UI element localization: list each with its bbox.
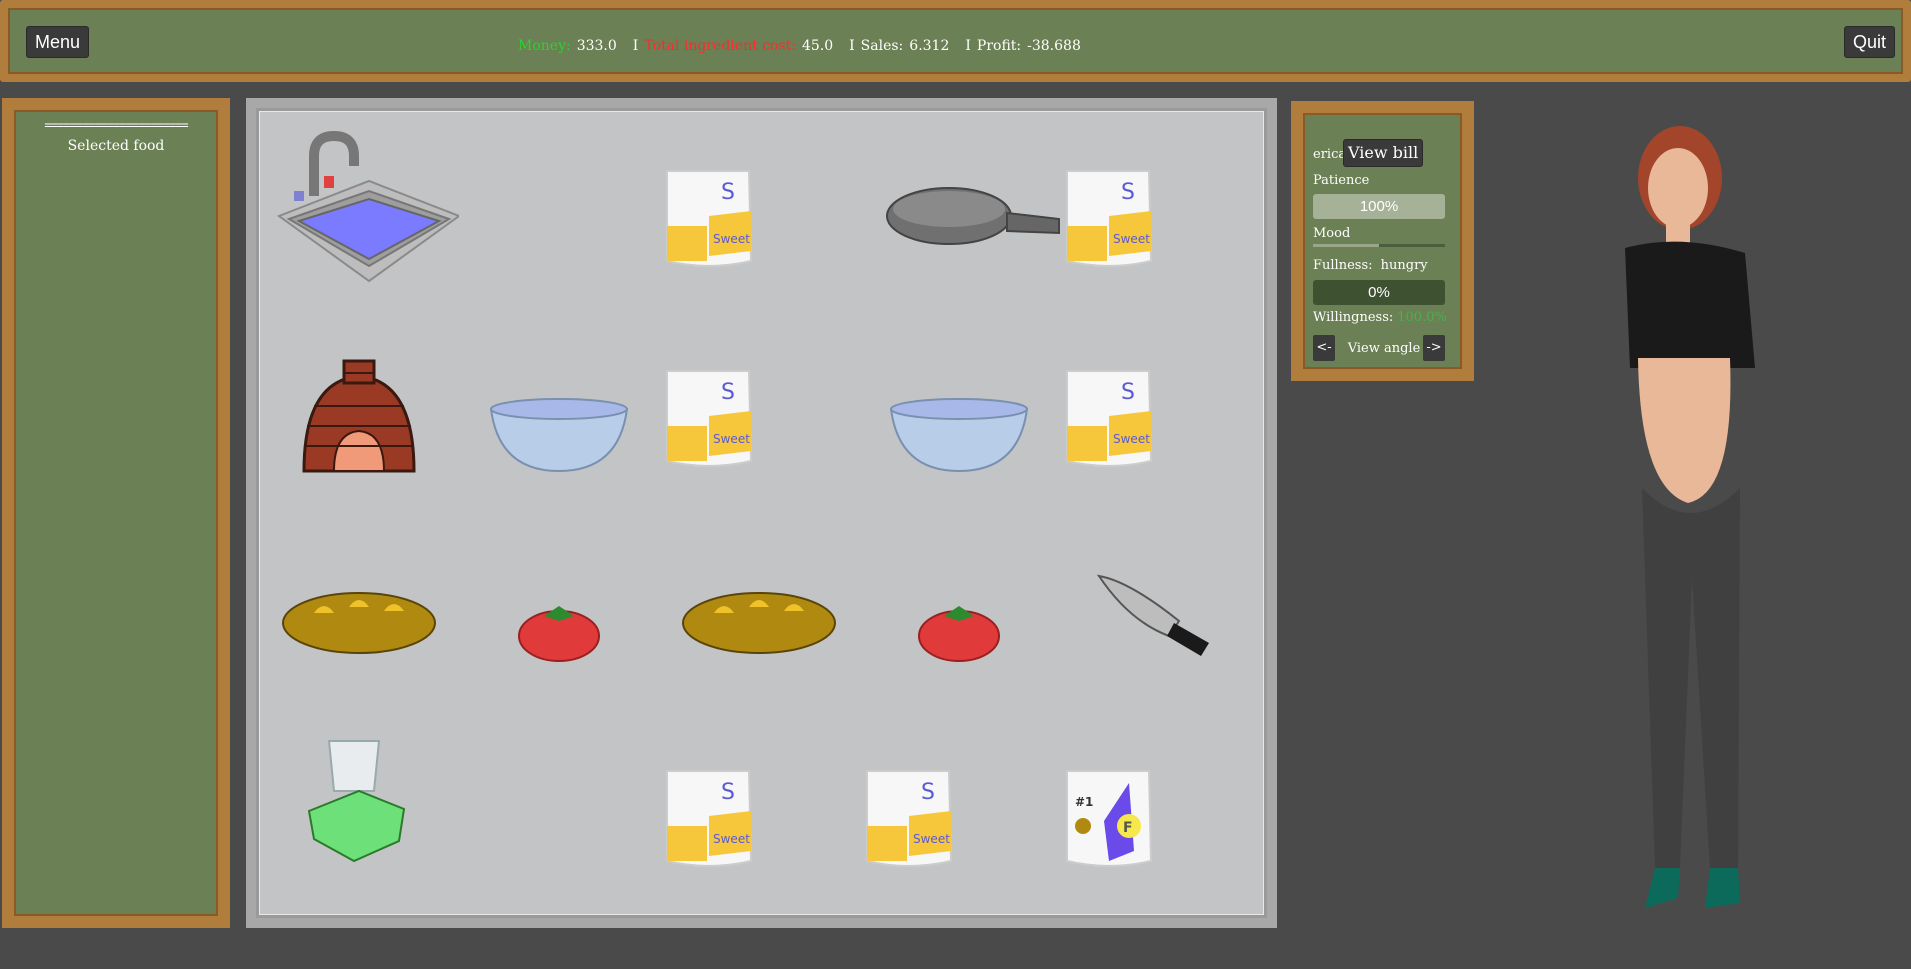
blender-icon xyxy=(307,740,406,863)
willingness-value: 100.0% xyxy=(1397,310,1447,325)
customer-panel: erica View bill Patience 100% Mood Fulln… xyxy=(1291,101,1474,381)
cost-label: Total ingredient cost: xyxy=(644,38,796,54)
svg-text:S: S xyxy=(721,780,735,805)
tomato-icon xyxy=(918,606,1000,662)
patience-label: Patience xyxy=(1313,173,1370,188)
kitchen-grid: S Sweet S Sweet S Sweet S Sweet S Sweet … xyxy=(256,108,1267,918)
bread-loaf[interactable] xyxy=(259,521,459,721)
top-bar: Menu Money: 333.0 I Total ingredient cost: 4… xyxy=(0,0,1911,82)
sugar-bag-icon: S Sweet xyxy=(866,770,953,867)
separator: I xyxy=(965,38,971,54)
mood-fill xyxy=(1313,244,1379,247)
selected-food-label: Selected food xyxy=(67,138,165,154)
knife[interactable] xyxy=(1059,521,1259,721)
svg-text:S: S xyxy=(1121,380,1135,405)
sink[interactable] xyxy=(259,121,462,321)
bread-loaf[interactable] xyxy=(659,521,859,721)
fullness-label: Fullness: hungry xyxy=(1313,258,1428,273)
fullness-bar: 0% xyxy=(1313,280,1445,305)
fullness-text: Fullness: xyxy=(1313,258,1373,273)
willingness-row: Willingness: 100.0% xyxy=(1313,310,1447,325)
cost-value: 45.0 xyxy=(801,38,834,54)
brick-oven[interactable] xyxy=(259,321,459,521)
separator: I xyxy=(849,38,855,54)
blender[interactable] xyxy=(259,721,459,921)
separator: I xyxy=(632,38,639,54)
view-angle-label: View angle xyxy=(1347,341,1421,356)
sugar-bag-icon: S Sweet xyxy=(666,170,753,267)
view-bill-button[interactable]: View bill xyxy=(1343,139,1424,167)
money-value: 333.0 xyxy=(576,38,617,54)
willingness-label: Willingness: xyxy=(1313,310,1394,325)
sales-value: 6.312 xyxy=(909,38,950,54)
svg-text:S: S xyxy=(721,380,735,405)
money-label: Money: xyxy=(518,38,571,54)
character-figure xyxy=(1625,126,1755,908)
sugar-bag[interactable]: S Sweet xyxy=(609,321,809,521)
sugar-bag-icon: S Sweet xyxy=(1066,370,1153,467)
flour-bag[interactable]: F #1 xyxy=(1009,721,1209,921)
tomato[interactable] xyxy=(859,521,1059,721)
sugar-bag[interactable]: S Sweet xyxy=(609,721,809,921)
bread-icon xyxy=(282,592,436,654)
bag-label: Sweet xyxy=(713,432,750,446)
kitchen-area: S Sweet S Sweet S Sweet S Sweet S Sweet … xyxy=(246,98,1277,928)
flour-bag-icon: F #1 xyxy=(1066,770,1153,867)
svg-text:S: S xyxy=(721,180,735,205)
tomato-icon xyxy=(518,606,600,662)
customer-name: erica xyxy=(1313,147,1347,162)
selected-food-panel: ======================= Selected food xyxy=(2,98,230,928)
menu-button[interactable]: Menu xyxy=(26,26,90,58)
bag-label: Sweet xyxy=(713,232,750,246)
stats-readout: Money: 333.0 I Total ingredient cost: 45.0 I S… xyxy=(518,38,1087,54)
customer-character xyxy=(1570,108,1840,968)
sugar-bag-icon: S Sweet xyxy=(666,770,753,867)
quit-button[interactable]: Quit xyxy=(1843,26,1895,58)
sugar-bag[interactable]: S Sweet xyxy=(1009,321,1209,521)
next-angle-button[interactable]: -> xyxy=(1423,335,1445,361)
bread-icon xyxy=(682,592,836,654)
patience-bar: 100% xyxy=(1313,194,1445,219)
mood-track xyxy=(1313,244,1445,247)
sink-icon xyxy=(276,130,462,283)
tomato[interactable] xyxy=(459,521,659,721)
sugar-bag-icon: S Sweet xyxy=(1066,170,1153,267)
mood-label: Mood xyxy=(1313,226,1351,241)
bag-label: Sweet xyxy=(1113,232,1150,246)
knife-icon xyxy=(1096,574,1209,656)
divider: ======================= xyxy=(44,118,188,132)
sugar-bag-icon: S Sweet xyxy=(666,370,753,467)
sugar-bag[interactable]: S Sweet xyxy=(609,121,809,321)
bag-label: Sweet xyxy=(1113,432,1150,446)
svg-text:S: S xyxy=(1121,180,1135,205)
fullness-state: hungry xyxy=(1380,258,1428,273)
bag-label: Sweet xyxy=(913,832,950,846)
brick-oven-icon xyxy=(302,359,416,473)
svg-text:S: S xyxy=(921,780,935,805)
sugar-bag[interactable]: S Sweet xyxy=(1009,121,1209,321)
prev-angle-button[interactable]: <- xyxy=(1313,335,1335,361)
profit-value: -38.688 xyxy=(1027,38,1081,54)
profit-label: Profit: xyxy=(976,38,1022,54)
svg-text:#1: #1 xyxy=(1075,795,1093,809)
sugar-bag[interactable]: S Sweet xyxy=(809,721,1009,921)
sales-label: Sales: xyxy=(860,38,904,54)
bag-label: Sweet xyxy=(713,832,750,846)
svg-text:F: F xyxy=(1123,820,1133,836)
